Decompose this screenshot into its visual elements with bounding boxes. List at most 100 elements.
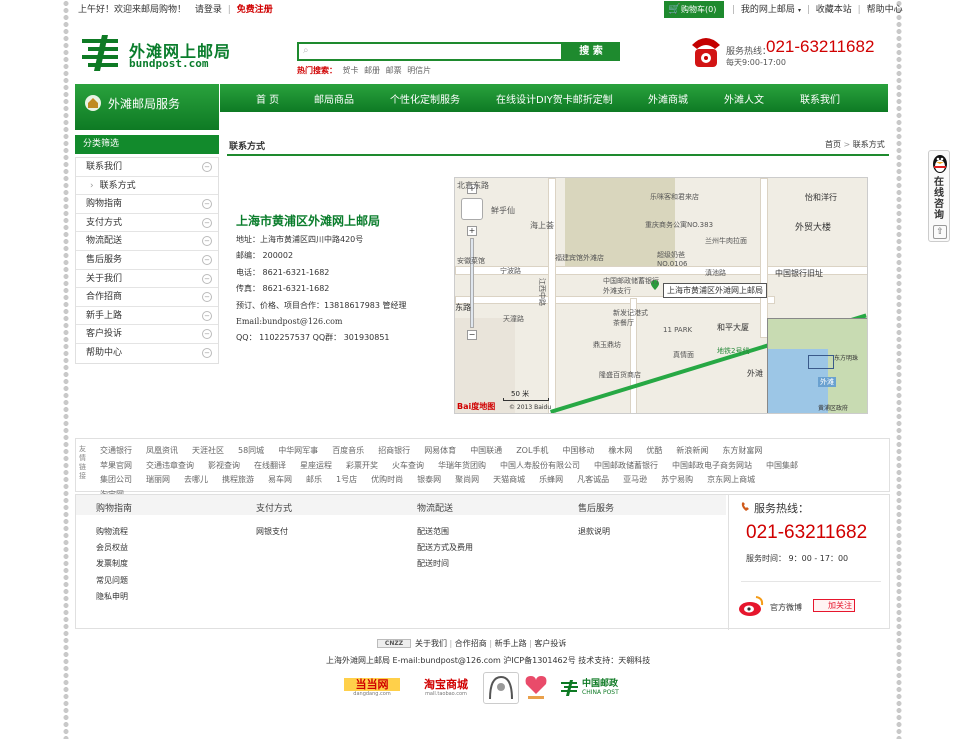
friend-link[interactable]: 中国邮政电子商务网站 (672, 461, 752, 470)
friend-link[interactable]: 苹果官网 (100, 461, 132, 470)
friend-link[interactable]: 集团公司 (100, 475, 132, 484)
nav-mall[interactable]: 外滩商城 (648, 91, 688, 106)
friend-link[interactable]: 聚尚网 (455, 475, 479, 484)
friend-link[interactable]: 天猫商城 (493, 475, 525, 484)
friend-link[interactable]: 在线翻译 (254, 461, 286, 470)
cart-button[interactable]: 🛒 购物车(0) (664, 1, 724, 18)
friend-link[interactable]: 凤凰资讯 (146, 446, 178, 455)
nav-products[interactable]: 邮局商品 (314, 91, 354, 106)
bottom-link-partner[interactable]: 合作招商 (455, 639, 487, 648)
footer-link[interactable]: 配送方式及费用 (417, 542, 473, 553)
scroll-top-icon[interactable]: ⇧ (933, 225, 947, 239)
friend-link[interactable]: 网易体育 (424, 446, 456, 455)
follow-button[interactable]: 加关注 (813, 599, 855, 612)
friend-link[interactable]: 中国人寿股份有限公司 (500, 461, 580, 470)
nav-custom[interactable]: 个性化定制服务 (390, 91, 460, 106)
baidu-map[interactable]: + + − 上海市黄浦区外滩网上邮局 北京东路 鲜乎仙 海上荟 乐咪客和君来店 … (454, 177, 868, 414)
friend-link[interactable]: 中国邮政储蓄银行 (594, 461, 658, 470)
map-label: 重庆商务公寓NO.383 (645, 221, 714, 229)
friend-link[interactable]: 橡木网 (608, 446, 632, 455)
china-post-logo-icon[interactable] (80, 35, 124, 71)
filter-item[interactable]: 支付方式 − (76, 214, 218, 233)
nav-home[interactable]: 首 页 (256, 91, 279, 106)
friend-link[interactable]: 58同城 (238, 446, 264, 455)
nav-diy[interactable]: 在线设计DIY贺卡邮折定制 (496, 91, 613, 106)
friend-link[interactable]: 优购时尚 (371, 475, 403, 484)
online-consult-widget[interactable]: 在线咨询 ⇧ (928, 150, 950, 242)
taobao-mall-logo[interactable]: 淘宝商城 mall.taobao.com (420, 678, 472, 698)
friend-link[interactable]: 中国移动 (562, 446, 594, 455)
filter-item[interactable]: 购物指南 − (76, 195, 218, 214)
footer-link[interactable]: 退款说明 (578, 526, 610, 537)
friend-link[interactable]: 百度音乐 (332, 446, 364, 455)
bottom-link-complaint[interactable]: 客户投诉 (534, 639, 566, 648)
footer-link[interactable]: 配送时间 (417, 558, 449, 569)
friend-link[interactable]: 苏宁易购 (661, 475, 693, 484)
friend-link[interactable]: 火车查询 (392, 461, 424, 470)
nav-contact[interactable]: 联系我们 (800, 91, 840, 106)
friend-link[interactable]: 新浪新闻 (676, 446, 708, 455)
filter-item[interactable]: 新手上路 − (76, 307, 218, 326)
search-button[interactable]: 搜 索 (562, 42, 620, 61)
footer-link[interactable]: 常见问题 (96, 575, 128, 586)
friend-link[interactable]: 招商银行 (378, 446, 410, 455)
friend-link[interactable]: 华瑞年货团购 (438, 461, 486, 470)
footer-link[interactable]: 发票制度 (96, 558, 128, 569)
hot-search-item[interactable]: 贺卡 (343, 66, 359, 75)
hot-search-item[interactable]: 明信片 (407, 66, 431, 75)
friend-link[interactable]: 携程旅游 (222, 475, 254, 484)
friend-link[interactable]: 优酷 (646, 446, 662, 455)
my-post-link[interactable]: 我的网上邮局 (741, 5, 795, 15)
friend-link[interactable]: 瑞丽网 (146, 475, 170, 484)
friend-link[interactable]: 中国联通 (470, 446, 502, 455)
register-link[interactable]: 免费注册 (237, 5, 273, 15)
friend-link[interactable]: 中国集邮 (766, 461, 798, 470)
search-input[interactable]: ⌕ (297, 42, 563, 61)
breadcrumb-home[interactable]: 首页 (825, 140, 841, 149)
nav-culture[interactable]: 外滩人文 (724, 91, 764, 106)
friend-link[interactable]: 彩票开奖 (346, 461, 378, 470)
friend-link[interactable]: 1号店 (336, 475, 357, 484)
friend-link[interactable]: 东方财富网 (722, 446, 762, 455)
friend-link[interactable]: 天涯社区 (192, 446, 224, 455)
friend-link[interactable]: 交通银行 (100, 446, 132, 455)
friend-link[interactable]: 乐蜂网 (539, 475, 563, 484)
friend-link[interactable]: 银泰网 (417, 475, 441, 484)
help-link[interactable]: 帮助中心 (867, 5, 903, 15)
filter-item[interactable]: 售后服务 − (76, 251, 218, 270)
filter-item[interactable]: 关于我们 − (76, 270, 218, 289)
filter-item[interactable]: 帮助中心 − (76, 344, 218, 363)
bottom-link-guide[interactable]: 新手上路 (495, 639, 527, 648)
friend-link[interactable]: ZOL手机 (516, 446, 548, 455)
friend-link[interactable]: 邮乐 (306, 475, 322, 484)
filter-item[interactable]: 联系我们 − (76, 158, 218, 177)
friend-link[interactable]: 影视查询 (208, 461, 240, 470)
footer-link[interactable]: 网银支付 (256, 526, 288, 537)
weibo-icon[interactable] (738, 595, 764, 617)
bottom-link-about[interactable]: 关于我们 (415, 639, 447, 648)
friend-link[interactable]: 去哪儿 (184, 475, 208, 484)
map-overview[interactable]: 东方明珠 外滩 黄浦区政府 (767, 318, 867, 413)
footer-link[interactable]: 隐私申明 (96, 591, 128, 602)
friend-link[interactable]: 星座运程 (300, 461, 332, 470)
footer-link[interactable]: 配送范围 (417, 526, 449, 537)
friend-link[interactable]: 易车网 (268, 475, 292, 484)
footer-link[interactable]: 会员权益 (96, 542, 128, 553)
footer-link[interactable]: 购物流程 (96, 526, 128, 537)
friend-link[interactable]: 中华网军事 (278, 446, 318, 455)
dangdang-logo[interactable]: 当当网 dangdang.com (344, 678, 400, 698)
filter-item[interactable]: 客户投诉 − (76, 325, 218, 344)
friend-link[interactable]: 京东网上商城 (707, 475, 755, 484)
friend-link[interactable]: 凡客诚品 (577, 475, 609, 484)
login-link[interactable]: 请登录 (195, 5, 222, 15)
hot-search-item[interactable]: 邮票 (386, 66, 402, 75)
friend-link[interactable]: 交通违章查询 (146, 461, 194, 470)
hot-search-item[interactable]: 邮册 (364, 66, 380, 75)
filter-item[interactable]: 合作招商 − (76, 288, 218, 307)
filter-subitem[interactable]: › 联系方式 (76, 177, 218, 196)
cnzz-badge[interactable]: CNZZ (377, 639, 411, 648)
china-post-logo-text[interactable]: 中国邮政 CHINA POST (582, 679, 626, 696)
filter-item[interactable]: 物流配送 − (76, 232, 218, 251)
friend-link[interactable]: 亚马逊 (623, 475, 647, 484)
bookmark-link[interactable]: 收藏本站 (816, 5, 852, 15)
